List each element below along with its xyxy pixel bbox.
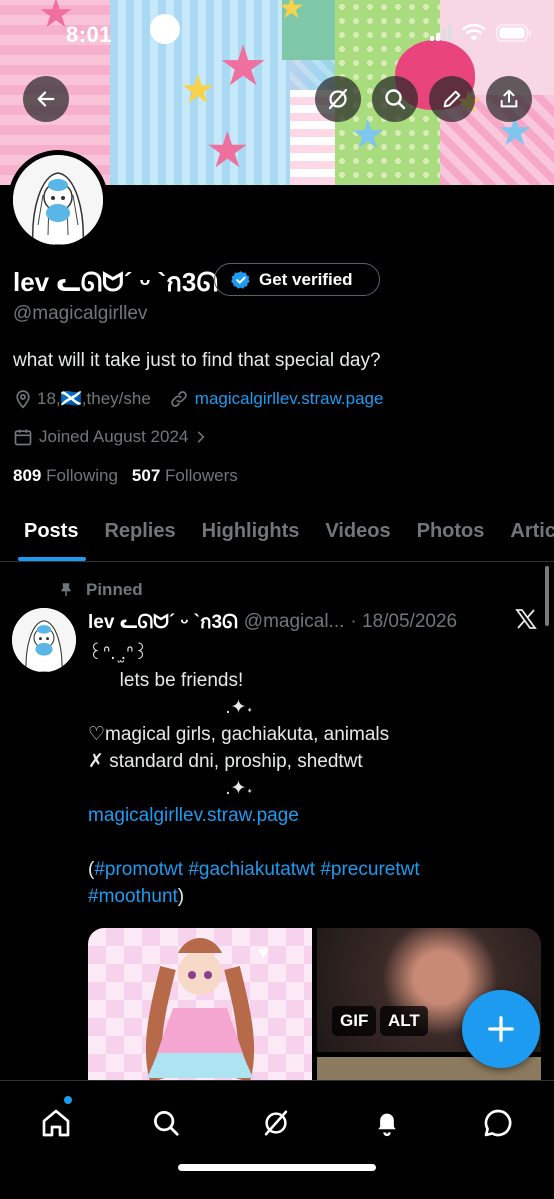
following-label: Following: [46, 466, 118, 485]
post-line: ✗ standard dni, proship, shedtwt: [88, 751, 363, 772]
followers-link[interactable]: 507 Followers: [132, 466, 238, 486]
post-author-handle[interactable]: @magical...: [244, 611, 345, 633]
hashtag-link[interactable]: #promotwt: [94, 859, 183, 880]
grok-button[interactable]: [315, 76, 361, 122]
avatar-image: [13, 155, 103, 245]
battery-icon: [496, 24, 531, 42]
joined-text: Joined August 2024: [39, 427, 189, 446]
hashtag-link[interactable]: #precuretwt: [320, 859, 419, 880]
post-author-name[interactable]: lev ᓚᘏᗢ´ ᵕ `ก3ᘏ: [88, 607, 238, 637]
joined-date-row[interactable]: Joined August 2024: [13, 427, 208, 447]
tab-posts[interactable]: Posts: [0, 510, 91, 561]
back-button[interactable]: [23, 76, 69, 122]
nav-notifications[interactable]: [367, 1103, 407, 1143]
following-count: 809: [13, 466, 42, 485]
followers-label: Followers: [165, 466, 238, 485]
profile-avatar[interactable]: [8, 150, 108, 250]
post-line: ♡magical girls, gachiakuta, animals: [88, 724, 390, 745]
profile-tabs: Posts Replies Highlights Videos Photos A…: [0, 510, 554, 562]
get-verified-button[interactable]: Get verified: [214, 263, 380, 296]
search-icon: [385, 89, 406, 110]
location-text: 18,🏴󠁧󠁢󠁳󠁣󠁴󠁿,they/she: [37, 389, 151, 408]
compose-post-button[interactable]: [462, 990, 540, 1068]
follow-stats: 809 Following 507 Followers: [13, 466, 238, 486]
tab-label: Replies: [104, 520, 176, 542]
nav-search[interactable]: [146, 1103, 186, 1143]
post-header: lev ᓚᘏᗢ´ ᵕ `ก3ᘏ @magical... · 18/05/2026: [88, 607, 457, 637]
profile-meta: 18,🏴󠁧󠁢󠁳󠁣󠁴󠁿,they/she magicalgirllev.straw…: [13, 389, 383, 409]
edit-icon: [443, 90, 461, 108]
tab-label: Articles: [510, 520, 554, 542]
chevron-right-icon: [198, 431, 205, 443]
post-link[interactable]: magicalgirllev.straw.page: [88, 802, 528, 829]
post-line: .✦˖: [88, 778, 253, 799]
home-indicator: [178, 1164, 376, 1171]
post-author-avatar[interactable]: [12, 608, 76, 672]
hashtag-link[interactable]: #gachiakutatwt: [188, 859, 315, 880]
pinned-indicator: Pinned: [58, 580, 143, 600]
media-image-left[interactable]: ♥: [88, 928, 312, 1080]
post-text: ꒰ᐢ. ̫.ᐢ꒱ lets be friends! .✦˖ ♡magical gi…: [88, 640, 528, 910]
home-icon: [42, 1109, 70, 1137]
notifications-icon: [378, 1113, 396, 1137]
profile-bio: what will it take just to find that spec…: [13, 350, 381, 371]
tab-articles[interactable]: Articles: [497, 510, 554, 561]
nav-messages[interactable]: [478, 1103, 518, 1143]
nav-grok[interactable]: [256, 1103, 296, 1143]
pinned-label: Pinned: [86, 580, 143, 599]
grok-icon: [328, 88, 348, 110]
nav-home[interactable]: [36, 1103, 76, 1143]
signal-icon: [430, 25, 452, 41]
post-date: · 18/05/2026: [350, 611, 458, 632]
post-line: lets be friends!: [88, 670, 244, 691]
messages-icon: [484, 1109, 512, 1137]
search-button[interactable]: [372, 76, 418, 122]
website-link[interactable]: magicalgirllev.straw.page: [195, 389, 384, 409]
wifi-icon: [462, 24, 486, 41]
tab-label: Highlights: [201, 520, 300, 542]
profile-name: lev ᓚᘏᗢ´ ᵕ `ก3ᘏ: [13, 262, 218, 303]
tab-highlights[interactable]: Highlights: [189, 510, 313, 561]
link-icon: [171, 391, 187, 407]
gif-badge: GIF: [332, 1006, 377, 1036]
active-tab-indicator: [18, 557, 87, 561]
back-arrow-icon: [37, 91, 55, 107]
tab-videos[interactable]: Videos: [312, 510, 403, 561]
scrollbar[interactable]: [545, 566, 549, 626]
post-line: ꒰ᐢ. ̫.ᐢ꒱: [88, 643, 149, 664]
status-icons: [430, 24, 532, 42]
tab-replies[interactable]: Replies: [91, 510, 188, 561]
tab-photos[interactable]: Photos: [404, 510, 498, 561]
edit-button[interactable]: [429, 76, 475, 122]
calendar-icon: [14, 429, 32, 446]
tab-label: Videos: [325, 520, 391, 542]
hashtag-link[interactable]: #moothunt: [88, 886, 178, 907]
alt-badge[interactable]: ALT: [380, 1006, 428, 1036]
post-paren: ): [177, 886, 185, 907]
bottom-nav: [0, 1080, 554, 1199]
svg-text:♥: ♥: [258, 942, 269, 962]
share-button[interactable]: [486, 76, 532, 122]
profile-handle: @magicalgirllev: [13, 303, 148, 324]
followers-count: 507: [131, 466, 161, 485]
x-logo-icon: [513, 607, 539, 636]
plus-icon: [488, 1016, 514, 1042]
status-time: 8:01: [66, 22, 113, 47]
tab-label: Posts: [24, 520, 79, 542]
get-verified-label: Get verified: [259, 269, 353, 289]
grok-icon: [264, 1110, 288, 1136]
search-icon: [154, 1111, 179, 1136]
notification-dot: [64, 1096, 72, 1104]
post-line: .✦˖: [88, 697, 253, 718]
location-icon: [16, 390, 30, 409]
share-icon: [500, 89, 518, 108]
display-name: lev ᓚᘏᗢ´ ᵕ `ก3ᘏ: [13, 267, 218, 297]
pin-icon: [61, 583, 71, 596]
verified-badge-icon: [231, 270, 250, 289]
following-link[interactable]: 809 Following: [13, 466, 118, 486]
tab-label: Photos: [416, 520, 485, 542]
